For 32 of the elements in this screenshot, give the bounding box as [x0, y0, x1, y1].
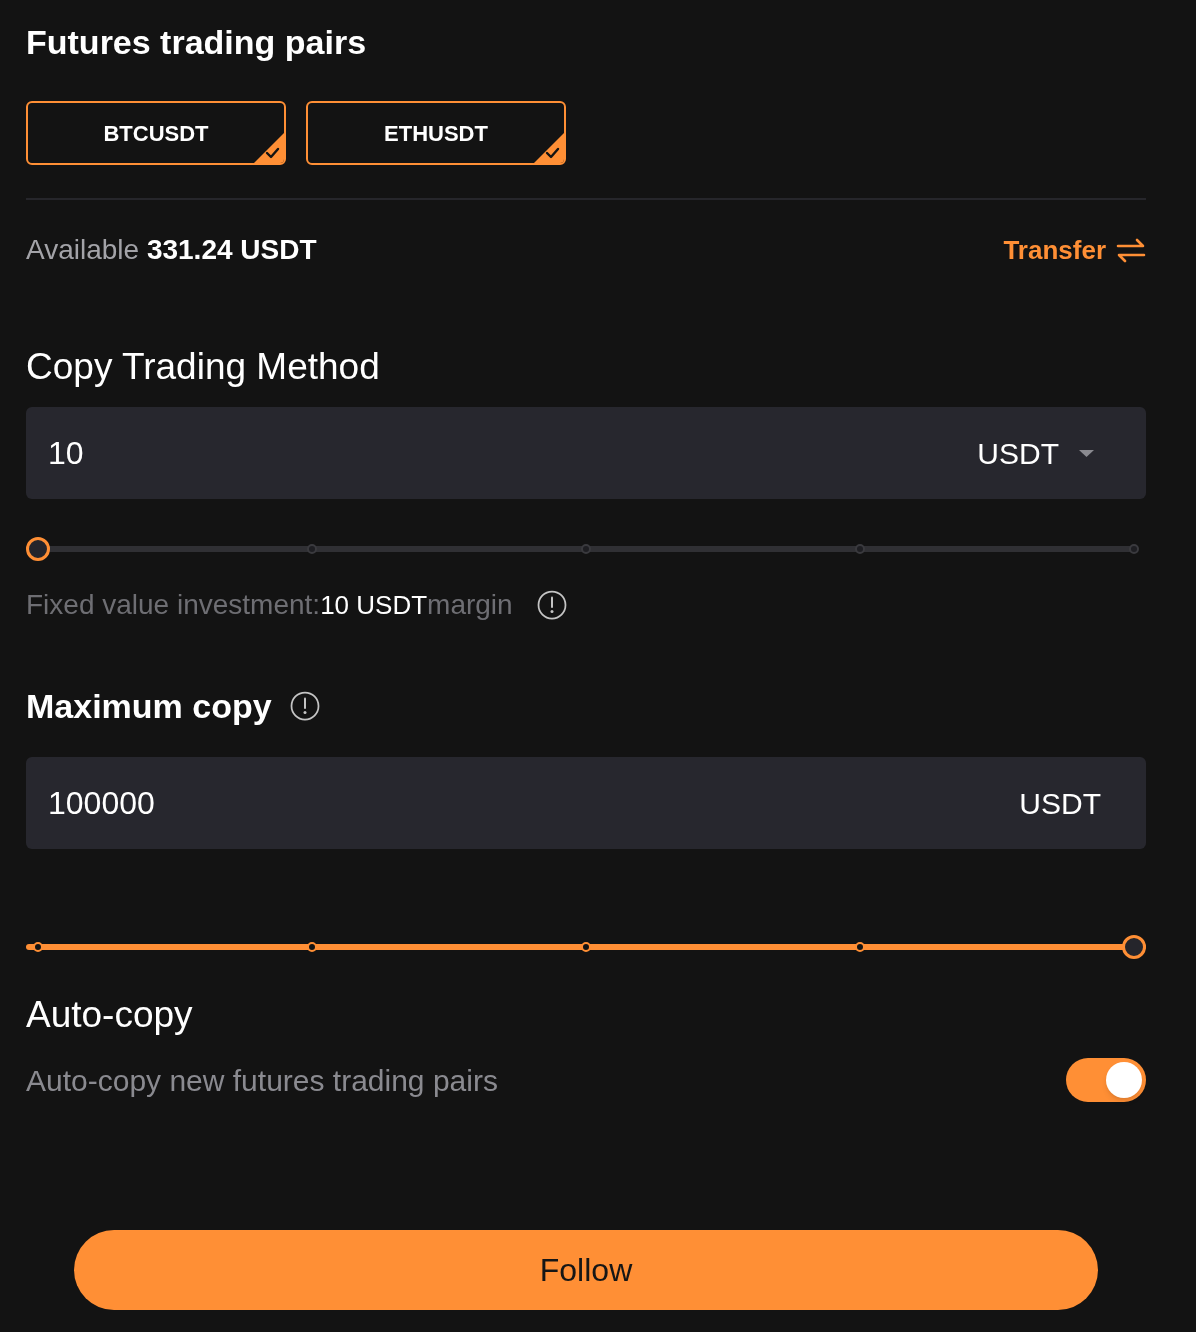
- trading-pair-chip[interactable]: BTCUSDT: [26, 101, 286, 165]
- slider-stop-icon: [1129, 544, 1139, 554]
- page-title: Futures trading pairs: [26, 22, 368, 63]
- slider-stop-icon: [581, 544, 591, 554]
- slider-stop-icon: [855, 544, 865, 554]
- slider-stop-icon: [307, 544, 317, 554]
- section-heading: Auto-copy: [26, 993, 194, 1037]
- check-corner-icon: [534, 133, 564, 163]
- info-icon: [536, 590, 567, 620]
- slider-thumb[interactable]: [1122, 935, 1146, 959]
- section-heading: Maximum copy: [26, 686, 272, 727]
- unit-dropdown[interactable]: USDT: [977, 430, 1094, 476]
- slider-stop-icon: [581, 942, 591, 952]
- trading-pair-chip[interactable]: ETHUSDT: [306, 101, 566, 165]
- amount-field[interactable]: 100000 USDT: [26, 757, 1146, 849]
- info-icon: [289, 691, 320, 721]
- amount-field[interactable]: 10 USDT: [26, 407, 1146, 499]
- toggle-switch[interactable]: [1066, 1058, 1146, 1102]
- slider-thumb[interactable]: [26, 537, 50, 561]
- slider-stop-icon: [33, 942, 43, 952]
- unit-label: USDT: [1019, 785, 1101, 822]
- section-heading: Copy Trading Method: [26, 345, 381, 389]
- check-corner-icon: [254, 133, 284, 163]
- investment-note: Fixed value investment:10 USDTmargin: [26, 588, 513, 622]
- slider-stop-icon: [307, 942, 317, 952]
- caret-icon: [1079, 449, 1094, 457]
- slider-stop-icon: [855, 942, 865, 952]
- follow-button[interactable]: Follow: [74, 1230, 1098, 1310]
- slider-track[interactable]: [26, 935, 1146, 959]
- available-balance: Available 331.24 USDT: [26, 233, 317, 267]
- transfer-link[interactable]: Transfer: [1003, 230, 1146, 270]
- auto-copy-label: Auto-copy new futures trading pairs: [26, 1062, 498, 1099]
